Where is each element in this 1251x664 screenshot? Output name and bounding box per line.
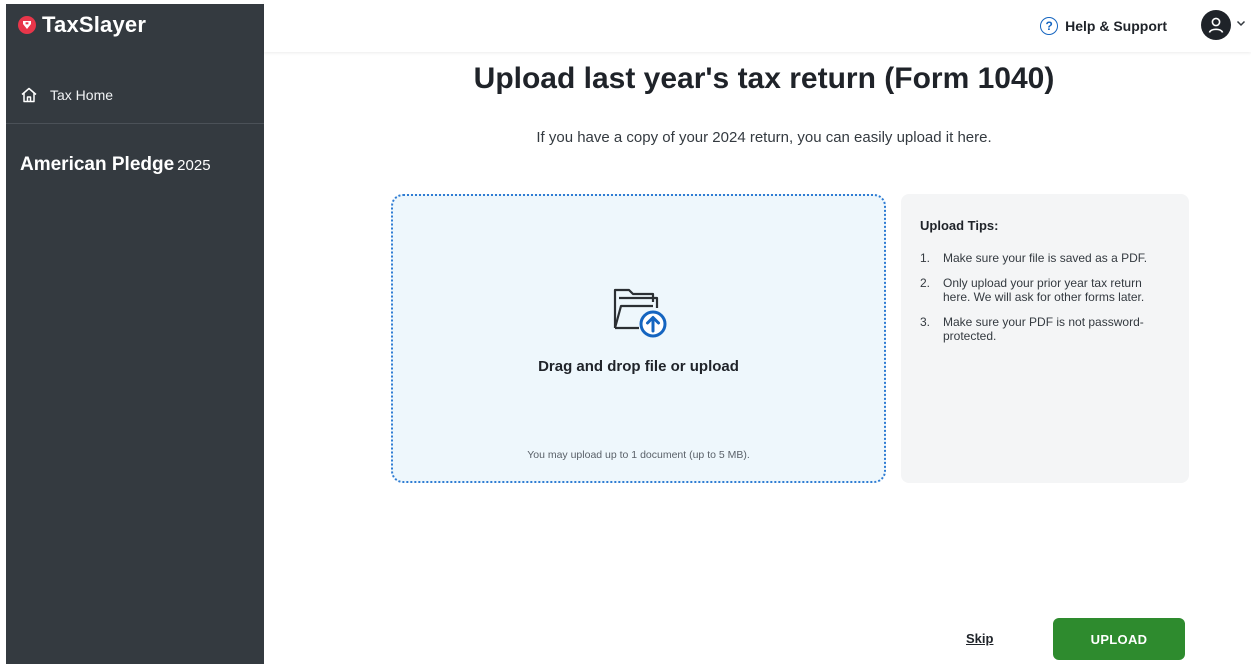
taxslayer-logo-icon xyxy=(18,16,36,34)
tip-number: 3. xyxy=(920,315,931,329)
skip-link[interactable]: Skip xyxy=(966,631,993,646)
tip-text: Make sure your PDF is not password-prote… xyxy=(943,315,1144,343)
brand-name: TaxSlayer xyxy=(42,12,147,37)
upload-tips-list: 1. Make sure your file is saved as a PDF… xyxy=(920,251,1169,343)
top-bar: ? Help & Support xyxy=(264,0,1251,52)
upload-tips-title: Upload Tips: xyxy=(920,218,999,233)
return-year: 2025 xyxy=(177,157,211,174)
return-name-text: American Pledge xyxy=(20,154,175,175)
app-root: TaxSlayer Tax Home American Pledge 2025 ?… xyxy=(0,0,1251,664)
dropzone-label: Drag and drop file or upload xyxy=(538,358,739,375)
help-support-link[interactable]: ? Help & Support xyxy=(1040,15,1167,37)
tip-text: Only upload your prior year tax return h… xyxy=(943,276,1145,304)
question-circle-icon: ? xyxy=(1040,17,1059,35)
sidebar: TaxSlayer Tax Home American Pledge 2025 xyxy=(6,4,264,664)
list-item: 1. Make sure your file is saved as a PDF… xyxy=(920,251,1169,265)
account-menu-button[interactable] xyxy=(1201,8,1247,42)
help-support-label: Help & Support xyxy=(1065,18,1167,34)
chevron-down-icon xyxy=(1235,16,1247,34)
tip-number: 1. xyxy=(920,251,931,265)
sidebar-item-label: Tax Home xyxy=(50,86,114,103)
list-item: 2. Only upload your prior year tax retur… xyxy=(920,276,1169,304)
folder-upload-icon xyxy=(609,280,673,349)
file-dropzone[interactable]: Drag and drop file or upload You may upl… xyxy=(391,194,886,483)
brand-logo[interactable]: TaxSlayer xyxy=(18,10,146,40)
user-avatar-icon xyxy=(1201,10,1231,40)
tip-number: 2. xyxy=(920,276,931,290)
home-icon xyxy=(20,86,38,104)
sidebar-item-tax-home[interactable]: Tax Home xyxy=(6,66,264,124)
list-item: 3. Make sure your PDF is not password-pr… xyxy=(920,315,1169,343)
tip-text: Make sure your file is saved as a PDF. xyxy=(943,251,1148,265)
page-title: Upload last year's tax return (Form 1040… xyxy=(473,62,1055,95)
page-subtitle: If you have a copy of your 2024 return, … xyxy=(536,129,992,146)
return-name: American Pledge 2025 xyxy=(20,154,211,176)
upload-tips-panel: Upload Tips: 1. Make sure your file is s… xyxy=(901,194,1189,483)
dropzone-limit-note: You may upload up to 1 document (up to 5… xyxy=(527,449,750,461)
upload-button[interactable]: UPLOAD xyxy=(1053,618,1185,660)
